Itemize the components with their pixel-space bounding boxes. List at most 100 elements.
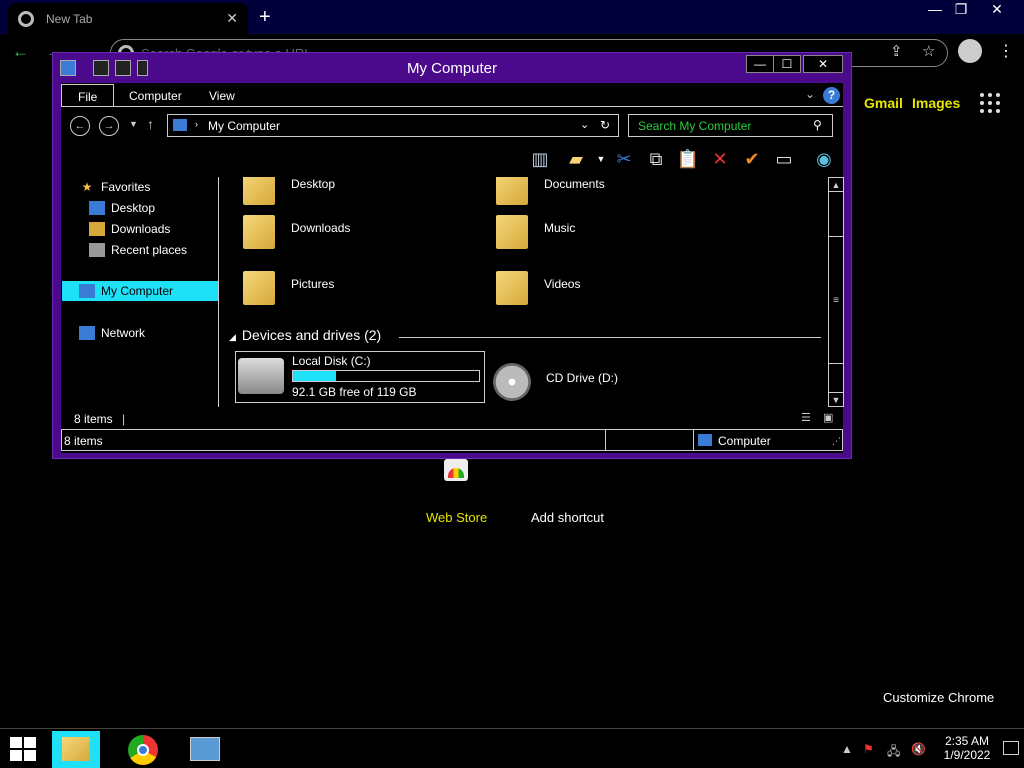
delete-icon[interactable]: ✕ — [708, 147, 732, 171]
desktop-folder-icon — [241, 177, 277, 207]
explorer-close-button[interactable]: ✕ — [803, 55, 843, 73]
help-icon[interactable]: ? — [823, 87, 840, 104]
refresh-icon[interactable]: ↻ — [600, 118, 610, 132]
taskbar-explorer[interactable] — [52, 731, 100, 768]
breadcrumb-chevron-icon[interactable]: › — [195, 119, 198, 129]
address-bar[interactable]: › My Computer ⌄ ↻ — [167, 114, 619, 137]
shortcut-web-store[interactable]: Web Store — [426, 510, 487, 525]
network-tray-icon[interactable]: 🖧 — [887, 742, 900, 763]
paste-icon[interactable]: 📋 — [676, 147, 700, 171]
show-hidden-icons[interactable]: ▲ — [841, 742, 853, 756]
nav-downloads[interactable]: Downloads — [89, 219, 170, 239]
images-link[interactable]: Images — [912, 95, 960, 111]
tab-view[interactable]: View — [193, 87, 251, 105]
share-icon[interactable]: ⇪ — [890, 42, 903, 60]
folder-options-dropdown-icon[interactable]: ▼ — [589, 147, 613, 171]
checkmark-icon[interactable]: ✔ — [740, 147, 764, 171]
globe-icon[interactable]: ◉ — [812, 147, 836, 171]
drive-d-name[interactable]: CD Drive (D:) — [546, 371, 618, 385]
scroll-thumb[interactable]: ≡ — [829, 236, 843, 364]
forward-icon[interactable]: → — [99, 116, 119, 136]
mail-icon[interactable]: ▭ — [772, 147, 796, 171]
taskbar-control-panel[interactable] — [180, 731, 228, 768]
star-icon: ★ — [81, 180, 93, 194]
nav-my-computer[interactable]: My Computer — [62, 281, 218, 301]
customize-chrome-button[interactable]: Customize Chrome — [883, 690, 994, 705]
close-tab-icon[interactable]: ✕ — [226, 10, 238, 27]
folder-pictures[interactable]: Pictures — [241, 263, 334, 307]
close-window-icon[interactable]: ✕ — [982, 1, 1012, 18]
tab-computer[interactable]: Computer — [113, 87, 198, 105]
profile-avatar[interactable] — [958, 39, 982, 63]
restore-icon[interactable]: ❐ — [946, 1, 976, 18]
show-desktop-icon[interactable] — [1003, 741, 1019, 755]
search-box[interactable]: Search My Computer ⚲ — [628, 114, 833, 137]
explorer-titlebar[interactable]: My Computer — ☐ ✕ — [53, 53, 851, 83]
resize-grip-icon[interactable]: ⋰ — [832, 436, 841, 447]
web-store-icon[interactable] — [444, 459, 468, 481]
taskbar: ▲ ⚑ 🖧 🔇 2:35 AM 1/9/2022 — [0, 728, 1024, 768]
menu-kebab-icon[interactable]: ⋮ — [998, 41, 1014, 61]
window-title: My Computer — [406, 60, 498, 77]
vertical-scrollbar[interactable]: ▲ ≡ ▼ — [828, 177, 844, 407]
group-divider — [399, 337, 821, 338]
cd-drive-icon[interactable] — [493, 363, 531, 401]
folder-videos[interactable]: Videos — [494, 263, 580, 307]
details-view-icon[interactable]: ☰ — [801, 411, 811, 424]
explorer-maximize-button[interactable]: ☐ — [773, 55, 801, 73]
downloads-icon — [89, 222, 105, 236]
computer-icon — [79, 284, 95, 298]
recent-locations-icon[interactable]: ▼ — [129, 119, 138, 129]
up-icon[interactable]: ↑ — [147, 116, 154, 132]
folder-documents[interactable]: Documents — [494, 177, 605, 207]
collapse-triangle-icon[interactable]: ◢ — [229, 332, 236, 342]
action-center-icon[interactable]: ⚑ — [863, 742, 874, 756]
apps-grid-icon[interactable] — [980, 93, 1000, 113]
tab-new-tab[interactable]: New Tab ✕ — [8, 3, 248, 34]
shortcut-add[interactable]: Add shortcut — [531, 510, 604, 525]
ribbon-collapse-icon[interactable]: ⌄ — [805, 87, 815, 101]
clock-time: 2:35 AM — [944, 734, 990, 748]
downloads-folder-icon — [241, 207, 277, 251]
nav-recent-places[interactable]: Recent places — [89, 240, 187, 260]
folder-options-icon[interactable]: ▰ — [564, 147, 588, 171]
content-pane: Desktop Documents Downloads Music Pictur… — [221, 177, 829, 407]
copy-icon[interactable]: ⧉ — [644, 147, 668, 171]
taskbar-chrome[interactable] — [118, 731, 166, 768]
documents-folder-icon — [494, 177, 530, 207]
folder-downloads[interactable]: Downloads — [241, 207, 350, 251]
hard-disk-icon — [238, 358, 284, 394]
drive-c-usage-fill — [293, 371, 336, 381]
tab-file[interactable]: File — [61, 84, 115, 107]
folder-desktop[interactable]: Desktop — [241, 177, 335, 207]
ribbon-tabs: File Computer View ⌄ ? — [61, 83, 843, 107]
nav-network[interactable]: Network — [79, 323, 145, 343]
tab-strip: New Tab ✕ + — ❐ ✕ — [0, 0, 1024, 34]
scroll-up-icon[interactable]: ▲ — [829, 178, 843, 192]
group-header-devices[interactable]: ◢ Devices and drives (2) — [221, 327, 821, 343]
folder-music[interactable]: Music — [494, 207, 575, 251]
chrome-icon — [18, 10, 34, 27]
scroll-down-icon[interactable]: ▼ — [829, 392, 843, 406]
large-icons-view-icon[interactable]: ▣ — [823, 411, 833, 424]
system-clock[interactable]: 2:35 AM 1/9/2022 — [936, 734, 998, 762]
new-tab-button[interactable]: + — [259, 6, 271, 29]
explorer-minimize-button[interactable]: — — [746, 55, 774, 73]
preview-pane-icon[interactable]: ▥ — [528, 147, 552, 171]
nav-desktop[interactable]: Desktop — [89, 198, 155, 218]
cut-icon[interactable]: ✂ — [612, 147, 636, 171]
search-icon[interactable]: ⚲ — [813, 118, 822, 132]
bookmark-star-icon[interactable]: ☆ — [922, 42, 935, 60]
desktop-icon — [89, 201, 105, 215]
drive-c[interactable]: Local Disk (C:) 92.1 GB free of 119 GB — [235, 351, 485, 403]
address-dropdown-icon[interactable]: ⌄ — [580, 118, 589, 131]
back-icon[interactable]: ← — [12, 42, 29, 62]
status-location: Computer — [718, 434, 771, 448]
start-button[interactable] — [10, 737, 36, 761]
item-count: 8 items — [74, 412, 113, 426]
back-icon[interactable]: ← — [70, 116, 90, 136]
nav-favorites[interactable]: ★ Favorites — [79, 177, 151, 197]
status-bar: 8 items Computer ⋰ — [61, 429, 843, 451]
volume-muted-icon[interactable]: 🔇 — [911, 742, 926, 756]
gmail-link[interactable]: Gmail — [864, 95, 903, 111]
